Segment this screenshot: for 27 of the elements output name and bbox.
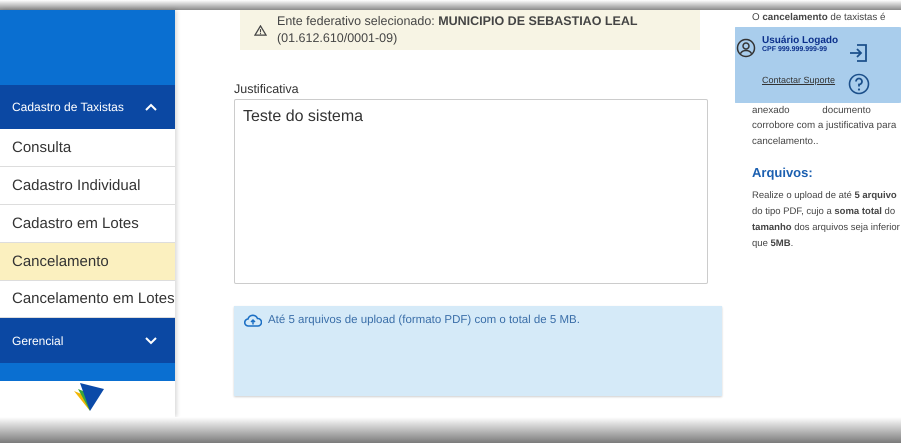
logout-icon[interactable] [848,42,868,62]
help-icon[interactable] [848,72,870,94]
upload-area[interactable]: Até 5 arquivos de upload (formato PDF) com o total de 5 MB. [234,306,722,396]
menu-item[interactable]: Cancelamento [0,242,175,281]
user-icon [736,38,756,58]
help-text: Realize o upload de até 5 arquivo do tipo PDF, cujo a soma total do tamanho dos arquivos seja inferior que 5MB. [752,189,901,251]
menu-section[interactable]: Cadastro de Taxistas [0,84,175,130]
field-label: Justificativa [234,82,300,96]
warning-icon [254,24,267,36]
help-text: cancelamento.. [752,134,820,148]
user-name: Usuário Logado [762,34,838,46]
upload-hint: Até 5 arquivos de upload (formato PDF) com o total de 5 MB. [268,314,580,326]
alert-text: Ente federativo selecionado: MUNICIPIO DE SEBASTIAO LEAL (01.612.610/0001-09) [277,13,639,47]
menu-section[interactable]: Gerencial [0,318,175,364]
chevron-up-icon [145,102,157,111]
menu-item[interactable]: Cancelamento em Lotes [0,280,175,318]
cloud-upload-icon [244,314,262,327]
menu-item[interactable]: Consulta [0,129,175,168]
justification-field[interactable]: Teste do sistema [234,99,708,284]
help-text: corrobore com a justificativa para [752,119,898,133]
help-text: anexado documento [752,104,872,118]
menu-item[interactable]: Cadastro em Lotes [0,204,175,243]
help-text: O cancelamento de taxistas é [752,11,886,25]
support-link[interactable]: Contactar Suporte [762,74,836,84]
chevron-down-icon [145,336,157,345]
menu-item[interactable]: Cadastro Individual [0,167,175,205]
section-title: Arquivos: [752,165,814,180]
